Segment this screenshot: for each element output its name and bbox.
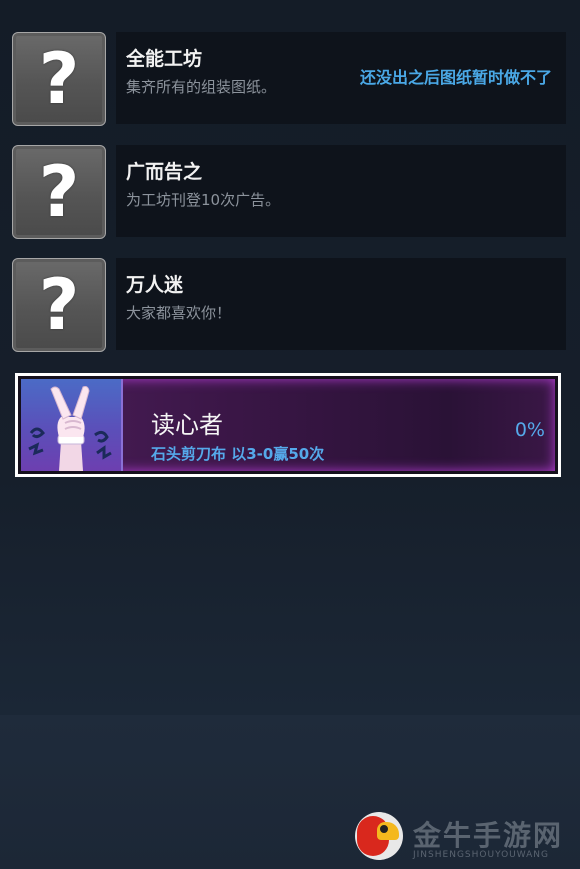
achievement-description: 石头剪刀布 以3-0赢50次: [151, 445, 325, 463]
achievement-highlighted[interactable]: 读心者 石头剪刀布 以3-0赢50次 0%: [15, 373, 561, 477]
achievement-title: 读心者: [151, 411, 223, 439]
watermark-subtext: JINSHENGSHOUYOUWANG: [413, 850, 550, 860]
watermark-logo-icon: [355, 812, 403, 860]
achievement-progress: 0%: [514, 419, 545, 441]
achievement-title: 全能工坊: [126, 48, 203, 70]
question-mark-icon: ?: [12, 145, 106, 239]
achievement-highlight-panel: 读心者 石头剪刀布 以3-0赢50次 0%: [21, 379, 555, 471]
victory-hand-icon: [21, 379, 123, 471]
achievement-panel: 万人迷 大家都喜欢你！: [116, 258, 566, 350]
question-mark-icon: ?: [12, 258, 106, 352]
question-mark-icon: ?: [12, 32, 106, 126]
achievement-description: 为工坊刊登10次广告。: [126, 191, 281, 209]
achievement-title: 万人迷: [126, 274, 184, 296]
achievement-description: 集齐所有的组装图纸。: [126, 78, 277, 96]
site-watermark: 金牛手游网 JINSHENGSHOUYOUWANG: [355, 812, 575, 864]
achievement-title: 广而告之: [126, 161, 203, 183]
achievement-panel: 全能工坊 集齐所有的组装图纸。 还没出之后图纸暂时做不了: [116, 32, 566, 124]
achievement-row-2[interactable]: ? 广而告之 为工坊刊登10次广告。: [12, 145, 566, 241]
achievement-panel: 广而告之 为工坊刊登10次广告。: [116, 145, 566, 237]
achievement-description: 大家都喜欢你！: [126, 304, 232, 322]
achievement-row-1[interactable]: ? 全能工坊 集齐所有的组装图纸。 还没出之后图纸暂时做不了: [12, 32, 566, 128]
achievement-row-3[interactable]: ? 万人迷 大家都喜欢你！: [12, 258, 566, 354]
annotation-note: 还没出之后图纸暂时做不了: [359, 68, 552, 87]
watermark-text: 金牛手游网: [413, 819, 564, 852]
